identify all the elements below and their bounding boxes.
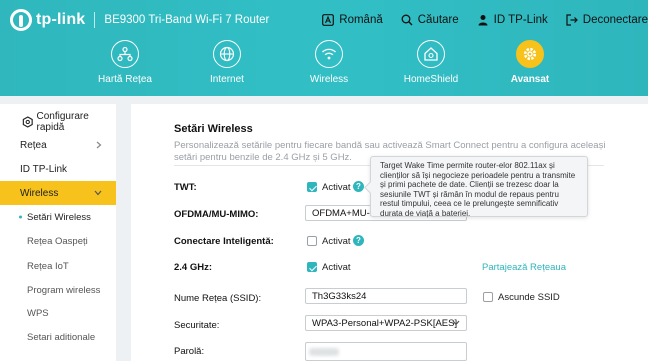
hexagon-gear-icon [22,116,33,128]
smart-connect-label: Conectare Inteligentă: [174,236,274,247]
main-panel: Setări Wireless Personalizează setările … [131,104,648,361]
chevron-down-icon [94,190,102,196]
logout-label: Deconectare [582,14,648,26]
sidebar-subitem-iot-network[interactable]: Rețea IoT [0,259,116,273]
password-blurred [309,348,339,356]
band-2g-checkbox[interactable] [307,262,317,272]
twt-label: TWT: [174,182,197,193]
share-network-link[interactable]: Partajează Rețeaua [482,262,566,273]
sidebar-subitem-wireless-settings[interactable]: Setări Wireless [0,210,116,224]
chevron-down-icon [452,320,460,326]
smart-connect-checkbox[interactable] [307,236,317,246]
security-select[interactable]: WPA3-Personal+WPA2-PSK[AES] [305,315,467,331]
nav-label: HomeShield [403,74,459,85]
sidebar-item-wireless[interactable]: Wireless [0,181,116,205]
nav-network-map[interactable]: Hartă Rețea [80,40,170,85]
header: tp-link BE9300 Tri-Band Wi-Fi 7 Router R… [0,0,648,96]
tplink-id-button[interactable]: ID TP-Link [477,14,548,26]
sidebar-item-quick-setup[interactable]: Configurare rapidă [0,111,116,133]
sidebar-subitem-additional-settings[interactable]: Setari aditionale [0,330,116,344]
chevron-right-icon [96,141,102,149]
security-select-value: WPA3-Personal+WPA2-PSK[AES] [312,318,458,329]
sidebar-item-label: Setari aditionale [27,331,96,343]
globe-icon [213,40,241,68]
sidebar-item-label: Rețea IoT [27,260,69,272]
wifi-icon [315,40,343,68]
logout-button[interactable]: Deconectare [566,14,648,26]
ssid-input[interactable]: Th3G33ks24 [305,288,467,304]
nav-label: Hartă Rețea [98,74,152,85]
twt-tooltip: Target Wake Time permite router-elor 802… [370,156,588,218]
sidebar-item-tplink-id[interactable]: ID TP-Link [0,161,116,177]
nav-homeshield[interactable]: HomeShield [386,40,476,85]
ssid-input-value: Th3G33ks24 [312,291,367,302]
twt-checkbox[interactable] [307,182,317,192]
sidebar-item-label: Setări Wireless [27,211,91,223]
tooltip-text: Target Wake Time permite router-elor 802… [380,161,576,218]
twt-checkbox-label: Activat [322,182,351,193]
search-label: Căutare [417,14,459,26]
ofdma-label: OFDMA/MU-MIMO: [174,209,259,220]
router-model: BE9300 Tri-Band Wi-Fi 7 Router [104,14,270,26]
gear-icon [516,40,544,68]
hide-ssid-label: Ascunde SSID [498,292,560,303]
help-icon[interactable]: ? [353,235,364,246]
network-map-icon [111,40,139,68]
security-label: Securitate: [174,320,220,331]
tplink-id-label: ID TP-Link [493,14,548,26]
nav-label: Wireless [309,74,349,85]
smart-connect-checkbox-label: Activat [322,236,351,247]
sidebar-subitem-guest-network[interactable]: Rețea Oaspeți [0,234,116,248]
sidebar-subitem-wireless-schedule[interactable]: Program wireless [0,283,116,297]
sidebar-item-label: WPS [27,307,49,319]
tp-link-logo-icon [10,9,32,31]
sidebar-item-network[interactable]: Rețea [0,137,116,153]
logo-text: tp-link [36,11,86,28]
sidebar-item-label: Configurare rapidă [36,111,89,133]
logout-icon [566,14,578,26]
active-dot-icon [19,215,22,219]
hide-ssid-checkbox[interactable] [483,292,493,302]
sidebar-item-label: Rețea Oaspeți [27,235,88,247]
sidebar-item-label: Wireless [20,187,59,199]
nav-wireless[interactable]: Wireless [284,40,374,85]
language-icon [322,14,335,26]
page-title: Setări Wireless [174,123,253,135]
sidebar-subitem-wps[interactable]: WPS [0,306,116,320]
band-2g-checkbox-label: Activat [322,262,351,273]
sidebar-item-label: ID TP-Link [20,163,68,175]
nav-label: Internet [210,74,244,85]
nav-advanced[interactable]: Avansat [485,40,575,85]
user-icon [478,15,488,26]
sidebar-item-label: Program wireless [27,284,101,296]
nav-internet[interactable]: Internet [182,40,272,85]
main-nav: Hartă Rețea Internet Wireless HomeShield… [0,40,648,92]
language-label: Română [339,14,383,26]
brand[interactable]: tp-link BE9300 Tri-Band Wi-Fi 7 Router [10,9,269,31]
search-icon [401,14,413,26]
logo-divider [94,12,96,28]
help-icon[interactable]: ? [353,181,364,192]
band-label: 2.4 GHz: [174,262,213,273]
home-shield-icon [417,40,445,68]
ssid-label: Nume Rețea (SSID): [174,293,262,304]
nav-label: Avansat [510,74,550,85]
search-button[interactable]: Căutare [401,14,459,26]
top-actions: Română Căutare ID TP-Link Deconectare [304,14,648,26]
language-button[interactable]: Română [322,14,383,26]
password-label: Parolă: [174,346,205,357]
sidebar-item-label: Rețea [20,139,47,151]
sidebar: Configurare rapidă Rețea ID TP-Link Wire… [0,104,116,361]
